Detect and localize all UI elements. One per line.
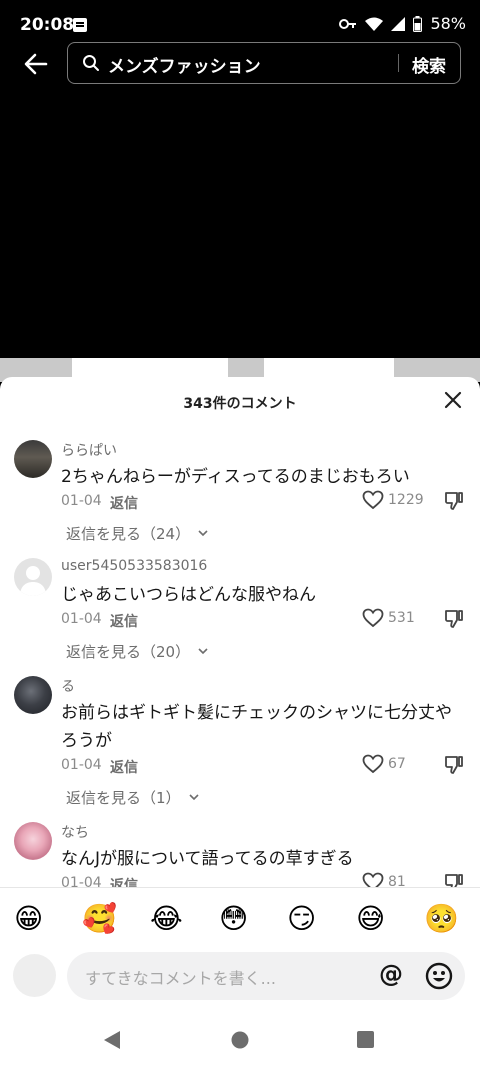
dislike-icon[interactable] — [444, 755, 464, 775]
comment-username[interactable]: なち — [61, 822, 89, 842]
reply-button[interactable]: 返信 — [110, 611, 138, 631]
heart-icon — [362, 754, 384, 774]
like-button[interactable]: 531 — [362, 608, 415, 628]
mention-button[interactable]: @ — [379, 960, 403, 988]
comment-date: 01-04 — [61, 493, 102, 509]
emoji-grin[interactable]: 😁 — [14, 902, 43, 935]
dislike-icon[interactable] — [444, 609, 464, 629]
emoji-pleading[interactable]: 🥺 — [424, 902, 459, 935]
comment-text: なんJが服について語ってるの草すぎる — [61, 849, 354, 869]
comment-item: ららぱい 2ちゃんねらーがディスってるのまじおもろい 01-04 返信 1229… — [0, 433, 480, 551]
like-button[interactable]: 81 — [362, 872, 406, 887]
emoji-tears-of-joy[interactable]: 😂 — [150, 902, 183, 935]
avatar[interactable] — [14, 440, 52, 478]
comment-count-title: 343件のコメント — [183, 396, 297, 412]
reply-button[interactable]: 返信 — [110, 757, 138, 777]
avatar[interactable] — [14, 558, 52, 596]
comment-item: なち なんJが服について語ってるの草すぎる 01-04 返信 81 — [0, 815, 480, 887]
like-count: 81 — [388, 874, 406, 887]
heart-icon — [362, 608, 384, 628]
emoji-sweat-smile[interactable]: 😅 — [356, 902, 385, 935]
search-divider — [398, 54, 399, 72]
notification-icon — [73, 18, 87, 32]
comment-input-row: すてきなコメントを書く... @ — [0, 949, 480, 1009]
like-count: 67 — [388, 756, 406, 772]
like-button[interactable]: 1229 — [362, 490, 424, 510]
view-replies-label: 返信を見る（1） — [66, 789, 181, 807]
dislike-icon[interactable] — [444, 873, 464, 887]
vpn-key-icon — [339, 18, 357, 29]
like-count: 1229 — [388, 492, 424, 508]
avatar[interactable] — [14, 822, 52, 860]
nav-recents-icon[interactable] — [357, 1031, 374, 1048]
view-replies-label: 返信を見る（20） — [66, 643, 191, 661]
battery-icon — [413, 15, 423, 32]
reply-button[interactable]: 返信 — [110, 875, 138, 887]
search-bar-row: メンズファッション 検索 — [0, 40, 480, 88]
view-replies-button[interactable]: 返信を見る（24） — [66, 523, 208, 544]
comment-input[interactable]: すてきなコメントを書く... @ — [67, 952, 465, 1000]
status-time: 20:08 — [20, 15, 75, 35]
nav-home-icon[interactable] — [231, 1031, 249, 1049]
default-avatar-icon — [20, 566, 46, 596]
emoji-quick-bar: 😁 🥰 😂 😳 😏 😅 🥺 — [0, 887, 480, 950]
emoji-picker-icon[interactable] — [425, 962, 453, 990]
comment-sheet: 343件のコメント ららぱい 2ちゃんねらーがディスってるのまじおもろい 01-… — [0, 377, 480, 1067]
search-input[interactable]: メンズファッション 検索 — [67, 42, 461, 84]
emoji-flushed[interactable]: 😳 — [219, 902, 248, 935]
view-replies-button[interactable]: 返信を見る（20） — [66, 641, 208, 662]
close-icon[interactable] — [444, 391, 462, 409]
emoji-smirk[interactable]: 😏 — [287, 902, 316, 935]
comment-item: る お前らはギトギト髪にチェックのシャツに七分丈やろうが 01-04 返信 67… — [0, 669, 480, 815]
comment-date: 01-04 — [61, 875, 102, 887]
dislike-icon[interactable] — [444, 491, 464, 511]
view-replies-button[interactable]: 返信を見る（1） — [66, 787, 199, 808]
comment-text: 2ちゃんねらーがディスってるのまじおもろい — [61, 467, 410, 487]
chevron-down-icon — [198, 530, 208, 537]
reply-button[interactable]: 返信 — [110, 493, 138, 513]
heart-icon — [362, 490, 384, 510]
view-replies-label: 返信を見る（24） — [66, 525, 191, 543]
comment-date: 01-04 — [61, 757, 102, 773]
heart-icon — [362, 872, 384, 887]
search-button[interactable]: 検索 — [412, 52, 446, 77]
like-button[interactable]: 67 — [362, 754, 406, 774]
like-count: 531 — [388, 610, 415, 626]
comment-username[interactable]: user5450533583016 — [61, 558, 207, 574]
comment-input-placeholder: すてきなコメントを書く... — [85, 969, 276, 988]
comment-date: 01-04 — [61, 611, 102, 627]
system-nav-bar — [0, 1017, 480, 1067]
comment-username[interactable]: ららぱい — [61, 440, 117, 460]
search-query: メンズファッション — [108, 57, 261, 77]
signal-icon — [391, 16, 406, 31]
back-arrow-icon[interactable] — [20, 48, 52, 80]
chevron-down-icon — [198, 648, 208, 655]
my-avatar[interactable] — [13, 954, 56, 997]
emoji-smiling-hearts[interactable]: 🥰 — [82, 902, 117, 935]
chevron-down-icon — [188, 794, 199, 801]
comment-list[interactable]: ららぱい 2ちゃんねらーがディスってるのまじおもろい 01-04 返信 1229… — [0, 433, 480, 887]
battery-percent: 58% — [430, 14, 466, 33]
wifi-icon — [365, 17, 384, 31]
comment-text: お前らはギトギト髪にチェックのシャツに七分丈やろうが — [61, 703, 452, 751]
search-icon — [83, 55, 99, 71]
comment-username[interactable]: る — [61, 676, 75, 696]
status-right: 58% — [339, 14, 466, 33]
comment-text: じゃあこいつらはどんな服やねん — [61, 585, 316, 605]
nav-back-icon[interactable] — [103, 1030, 121, 1050]
avatar[interactable] — [14, 676, 52, 714]
comment-item: user5450533583016 じゃあこいつらはどんな服やねん 01-04 … — [0, 551, 480, 669]
